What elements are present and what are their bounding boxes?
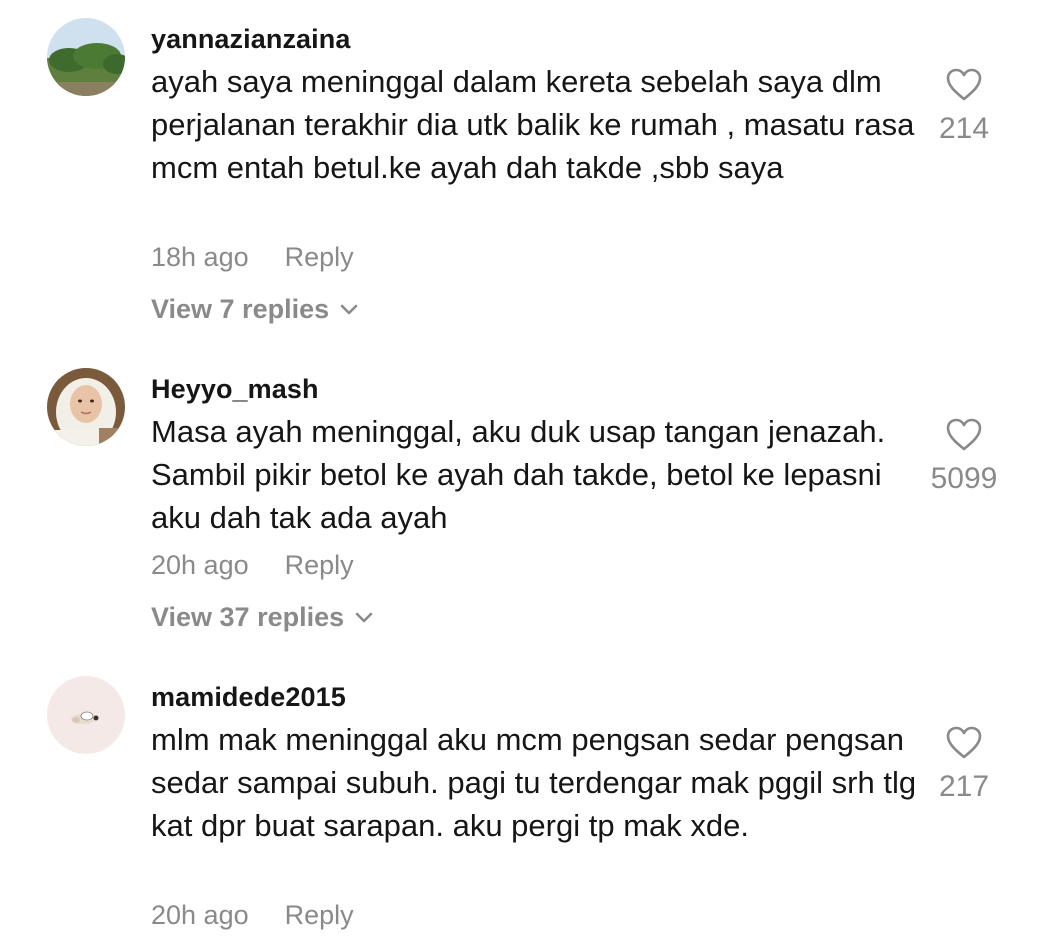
comment-meta: 20h ago Reply — [151, 550, 354, 581]
comment-meta: 20h ago Reply — [151, 900, 354, 931]
like-count: 5099 — [930, 462, 998, 495]
chevron-down-icon — [355, 612, 373, 622]
view-replies-button[interactable]: View 37 replies — [151, 602, 374, 633]
view-replies-label: View 7 replies — [151, 294, 330, 324]
like-count: 217 — [938, 770, 990, 803]
reply-button[interactable]: Reply — [285, 900, 354, 931]
avatar[interactable] — [47, 676, 125, 754]
comment-timestamp: 18h ago — [151, 242, 249, 272]
comment-meta: 18h ago Reply — [151, 242, 354, 273]
comment-timestamp: 20h ago — [151, 900, 249, 930]
comment-username[interactable]: mamidede2015 — [151, 682, 346, 713]
comment-timestamp: 20h ago — [151, 550, 249, 580]
like-button[interactable]: 5099 — [909, 418, 1019, 496]
view-replies-button[interactable]: View 7 replies — [151, 294, 359, 325]
like-count: 214 — [938, 112, 990, 145]
like-button[interactable]: 214 — [909, 68, 1019, 146]
chevron-down-icon — [340, 304, 358, 314]
heart-icon — [946, 418, 982, 451]
comment-text: mlm mak meninggal aku mcm pengsan sedar … — [151, 722, 917, 843]
view-replies-label: View 37 replies — [151, 602, 345, 632]
like-button[interactable]: 217 — [909, 726, 1019, 804]
avatar[interactable] — [47, 18, 125, 96]
comment-username[interactable]: Heyyo_mash — [151, 374, 319, 405]
avatar[interactable] — [47, 368, 125, 446]
heart-icon — [946, 68, 982, 101]
comment-text: Masa ayah meninggal, aku duk usap tangan… — [151, 414, 886, 535]
heart-icon — [946, 726, 982, 759]
comment-username[interactable]: yannazianzaina — [151, 24, 350, 55]
reply-button[interactable]: Reply — [285, 550, 354, 581]
comment-text: ayah saya meninggal dalam kereta sebelah… — [151, 64, 915, 185]
reply-button[interactable]: Reply — [285, 242, 354, 273]
